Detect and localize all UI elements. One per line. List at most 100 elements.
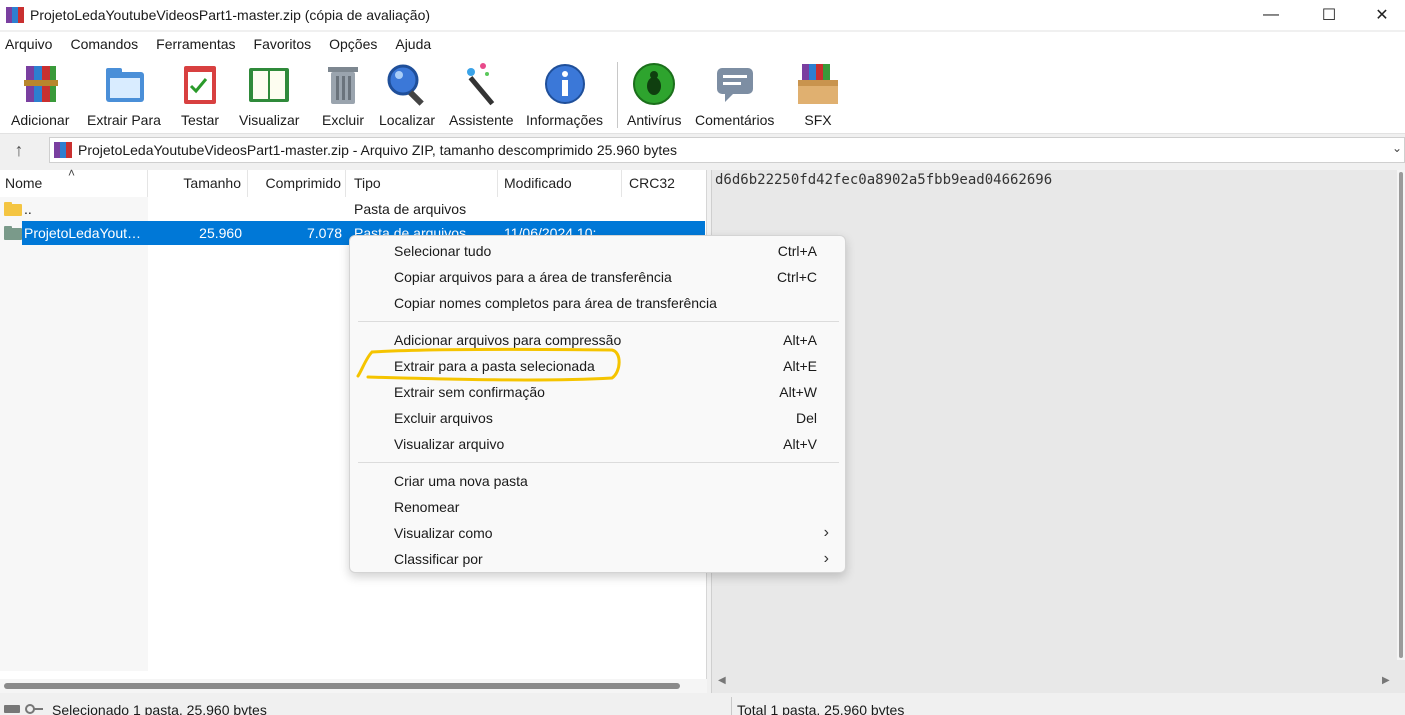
menu-item-label: Visualizar como bbox=[394, 525, 493, 541]
toolbar-label: Localizar bbox=[379, 112, 436, 128]
menu-item-selecionar-tudo[interactable]: Selecionar tudo Ctrl+A bbox=[350, 238, 847, 264]
menu-ferramentas[interactable]: Ferramentas bbox=[156, 36, 235, 52]
menu-item-shortcut: Alt+E bbox=[783, 358, 817, 374]
file-size: 25.960 bbox=[199, 225, 242, 241]
sort-ascending-icon: ˄ bbox=[68, 166, 76, 180]
sfx-box-icon bbox=[794, 60, 842, 108]
toolbar-extrair-para-button[interactable]: Extrair Para bbox=[87, 60, 161, 132]
status-selection: Selecionado 1 pasta, 25.960 bytes bbox=[52, 702, 267, 715]
menu-item-label: Selecionar tudo bbox=[394, 243, 492, 259]
menu-item-renomear[interactable]: Renomear bbox=[350, 494, 847, 520]
column-header-crc32[interactable]: CRC32 bbox=[622, 170, 707, 197]
column-header-modificado[interactable]: Modificado bbox=[498, 170, 622, 197]
archive-comment: d6d6b22250fd42fec0a8902a5fbb9ead04662696 bbox=[715, 172, 1053, 188]
toolbar-label: Excluir bbox=[321, 112, 364, 128]
menu-item-label: Criar uma nova pasta bbox=[394, 473, 528, 489]
up-arrow-icon[interactable]: ↑ bbox=[0, 140, 38, 161]
minimize-button[interactable]: — bbox=[1248, 0, 1294, 30]
toolbar-label: Extrair Para bbox=[87, 112, 161, 128]
column-header-tipo[interactable]: Tipo bbox=[346, 170, 498, 197]
menu-item-shortcut: Alt+A bbox=[783, 332, 817, 348]
toolbar-label: Visualizar bbox=[239, 112, 300, 128]
toolbar-label: Comentários bbox=[695, 112, 775, 128]
toolbar-visualizar-button[interactable]: Visualizar bbox=[239, 60, 299, 132]
context-menu: Selecionar tudo Ctrl+A Copiar arquivos p… bbox=[349, 235, 846, 573]
address-bar: ↑ ProjetoLedaYoutubeVideosPart1-master.z… bbox=[0, 135, 1405, 165]
scrollbar-thumb[interactable] bbox=[4, 683, 680, 689]
toolbar-antivirus-button[interactable]: Antivírus bbox=[627, 60, 681, 132]
magnifier-icon bbox=[383, 60, 431, 108]
menu-item-extrair-sem-confirmacao[interactable]: Extrair sem confirmação Alt+W bbox=[350, 379, 847, 405]
drive-key-icon bbox=[4, 704, 43, 714]
comment-bubble-icon bbox=[711, 60, 759, 108]
maximize-button[interactable]: ☐ bbox=[1306, 0, 1352, 30]
antivirus-bug-icon bbox=[630, 60, 678, 108]
menu-item-visualizar-arquivo[interactable]: Visualizar arquivo Alt+V bbox=[350, 431, 847, 457]
menu-item-label: Extrair sem confirmação bbox=[394, 384, 545, 400]
toolbar-comentarios-button[interactable]: Comentários bbox=[695, 60, 774, 132]
address-field[interactable]: ProjetoLedaYoutubeVideosPart1-master.zip… bbox=[49, 137, 1405, 163]
menu-arquivo[interactable]: Arquivo bbox=[5, 36, 52, 52]
menu-item-extrair-pasta-selecionada[interactable]: Extrair para a pasta selecionada Alt+E bbox=[350, 353, 847, 379]
name-column-background bbox=[0, 197, 148, 671]
menu-item-shortcut: Del bbox=[795, 410, 817, 426]
info-icon bbox=[541, 60, 589, 108]
menu-opcoes[interactable]: Opções bbox=[329, 36, 377, 52]
menu-item-label: Visualizar arquivo bbox=[394, 436, 505, 452]
toolbar-assistente-button[interactable]: Assistente bbox=[449, 60, 514, 132]
menu-item-criar-nova-pasta[interactable]: Criar uma nova pasta bbox=[350, 468, 847, 494]
toolbar-localizar-button[interactable]: Localizar bbox=[379, 60, 435, 132]
table-row[interactable]: .. Pasta de arquivos bbox=[0, 197, 707, 221]
column-headers: Nome ˄ Tamanho Comprimido Tipo Modificad… bbox=[0, 166, 707, 197]
menu-item-copiar-nomes[interactable]: Copiar nomes completos para área de tran… bbox=[350, 290, 847, 316]
toolbar-label: Testar bbox=[180, 112, 220, 128]
toolbar-label: SFX bbox=[804, 112, 832, 128]
folder-extract-icon bbox=[100, 60, 148, 108]
open-book-icon bbox=[245, 60, 293, 108]
menu-item-excluir-arquivos[interactable]: Excluir arquivos Del bbox=[350, 405, 847, 431]
toolbar-excluir-button[interactable]: Excluir bbox=[319, 60, 367, 132]
menu-item-label: Copiar arquivos para a área de transferê… bbox=[394, 269, 672, 285]
file-packed: 7.078 bbox=[306, 225, 342, 241]
menu-favoritos[interactable]: Favoritos bbox=[254, 36, 312, 52]
status-bar: Selecionado 1 pasta, 25.960 bytes Total … bbox=[0, 697, 1405, 715]
toolbar-sfx-button[interactable]: SFX bbox=[794, 60, 842, 132]
toolbar-adicionar-button[interactable]: Adicionar bbox=[11, 60, 69, 132]
folder-icon bbox=[4, 202, 22, 216]
menu-item-shortcut: Ctrl+A bbox=[777, 243, 817, 259]
winrar-app-icon bbox=[6, 6, 24, 24]
horizontal-scrollbar[interactable] bbox=[0, 679, 707, 693]
scroll-right-icon[interactable]: ▶ bbox=[1382, 675, 1390, 686]
close-button[interactable]: ✕ bbox=[1359, 0, 1405, 30]
menu-bar: Arquivo Comandos Ferramentas Favoritos O… bbox=[0, 32, 1405, 56]
scroll-left-icon[interactable]: ◀ bbox=[718, 675, 726, 686]
toolbar-label: Assistente bbox=[449, 112, 514, 128]
menu-item-classificar-por[interactable]: Classificar por › bbox=[350, 546, 847, 572]
menu-item-shortcut: Alt+W bbox=[779, 384, 817, 400]
menu-comandos[interactable]: Comandos bbox=[70, 36, 138, 52]
menu-item-shortcut: Ctrl+C bbox=[776, 269, 817, 285]
menu-item-copiar-arquivos[interactable]: Copiar arquivos para a área de transferê… bbox=[350, 264, 847, 290]
menu-item-adicionar-arquivos[interactable]: Adicionar arquivos para compressão Alt+A bbox=[350, 327, 847, 353]
folder-icon bbox=[4, 226, 22, 240]
column-header-tamanho[interactable]: Tamanho bbox=[148, 170, 248, 197]
toolbar-label: Informações bbox=[526, 112, 604, 128]
chevron-down-icon[interactable]: ⌄ bbox=[1392, 141, 1402, 155]
toolbar-informacoes-button[interactable]: Informações bbox=[526, 60, 603, 132]
menu-item-shortcut: Alt+V bbox=[783, 436, 817, 452]
file-name: ProjetoLedaYout… bbox=[24, 225, 142, 241]
toolbar-testar-button[interactable]: Testar bbox=[176, 60, 224, 132]
clipboard-check-icon bbox=[176, 60, 224, 108]
toolbar-separator bbox=[617, 62, 618, 128]
menu-item-label: Excluir arquivos bbox=[394, 410, 493, 426]
menu-separator bbox=[358, 462, 839, 463]
status-total: Total 1 pasta, 25.960 bytes bbox=[737, 702, 905, 715]
menu-item-label: Classificar por bbox=[394, 551, 483, 567]
menu-item-label: Renomear bbox=[394, 499, 460, 515]
scrollbar-thumb[interactable] bbox=[1399, 172, 1403, 658]
menu-ajuda[interactable]: Ajuda bbox=[395, 36, 431, 52]
menu-item-visualizar-como[interactable]: Visualizar como › bbox=[350, 520, 847, 546]
vertical-scrollbar[interactable] bbox=[1397, 170, 1405, 660]
column-header-comprimido[interactable]: Comprimido bbox=[248, 170, 346, 197]
trash-can-icon bbox=[319, 60, 367, 108]
